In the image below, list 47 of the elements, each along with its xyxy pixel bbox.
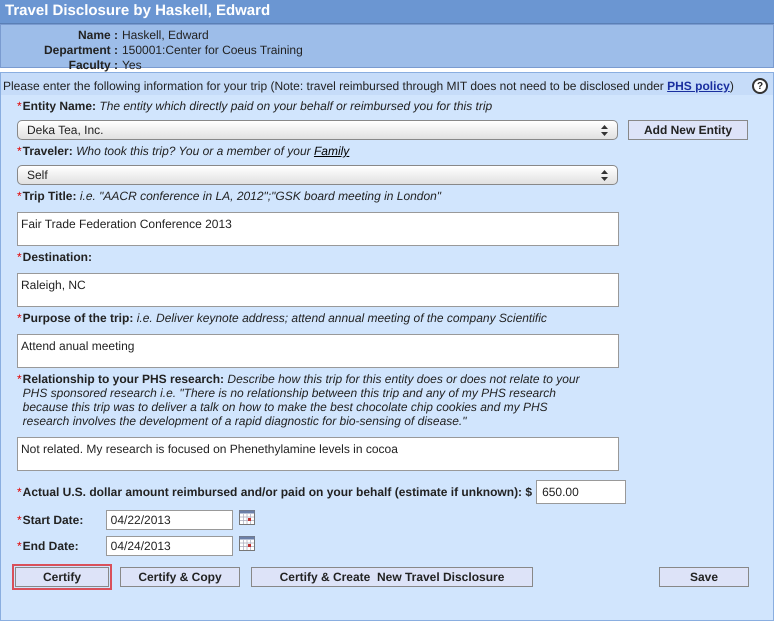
field-label: Traveler: Who took this trip? You or a member of your Family [22, 144, 351, 158]
field-label: Entity Name: The entity which directly paid on your behalf or reimbursed you for this trip [22, 99, 494, 113]
text-field[interactable]: Not related. My research is focused on Phenethylamine levels in cocoa [17, 437, 619, 471]
info-value: Yes [122, 58, 142, 73]
help-icon[interactable]: ? [752, 78, 768, 94]
required-mark: * [17, 512, 22, 529]
date-field[interactable]: 04/22/2013 [106, 510, 233, 530]
dropdown-arrows-icon [601, 170, 608, 180]
required-mark: * [17, 250, 22, 264]
required-mark: * [17, 484, 22, 501]
info-label: Faculty : [68, 58, 118, 73]
required-mark: * [17, 372, 22, 386]
dropdown-field[interactable]: Self [17, 165, 618, 185]
date-field[interactable]: 04/24/2013 [106, 536, 233, 556]
title-bar: Travel Disclosure by Haskell, Edward [0, 0, 774, 24]
info-label: Department : [42, 43, 118, 58]
required-mark: * [17, 189, 22, 203]
amount-field[interactable]: 650.00 [536, 480, 626, 504]
family-link[interactable]: Family [314, 144, 350, 158]
field-label: Trip Title: i.e. "AACR conference in LA, 2012";"GSK board meeting in London" [22, 189, 442, 203]
date-label: Start Date: [22, 512, 84, 529]
save-button[interactable]: Save [659, 567, 749, 587]
field-label: Destination: [22, 250, 94, 264]
info-value: 150001:Center for Coeus Training [122, 43, 303, 58]
certify-button[interactable]: Certify & Copy [120, 567, 240, 587]
certify-button[interactable]: Certify & Create New Travel Disclosure [251, 567, 533, 587]
required-mark: * [17, 99, 22, 113]
calendar-icon[interactable] [238, 510, 255, 524]
text-field[interactable]: Attend anual meeting [17, 334, 619, 368]
required-mark: * [17, 311, 22, 325]
required-mark: * [17, 538, 22, 555]
field-label: Relationship to your PHS research: Describe how this trip for this entity does or does not relate to your PHS sponsored research i.e. "There is no relationship between this trip and any of my PHS research because this trip was to deliver a talk on how to make the best chocolate chip cookies and my PHS research involves the development of a rapid diagnostic for bio-sensing of disease." [22, 372, 581, 428]
intro-text: Please enter the following information for your trip (Note: travel reimbursed through MIT does not need to be disclosed under PHS policy) [3, 78, 734, 95]
phs-policy-link[interactable]: PHS policy [667, 79, 730, 93]
certify-button[interactable]: Certify [15, 567, 109, 587]
date-label: End Date: [22, 538, 80, 555]
add-entity-button[interactable]: Add New Entity [628, 120, 748, 140]
info-value: Haskell, Edward [122, 28, 209, 43]
text-field[interactable]: Raleigh, NC [17, 273, 619, 307]
calendar-icon[interactable] [238, 536, 255, 550]
field-label: Purpose of the trip: i.e. Deliver keynote address; attend annual meeting of the company Scientific [22, 311, 548, 325]
required-mark: * [17, 144, 22, 158]
dropdown-arrows-icon [601, 124, 608, 136]
text-field[interactable]: Fair Trade Federation Conference 2013 [17, 212, 619, 246]
amount-label: Actual U.S. dollar amount reimbursed and/or paid on your behalf (estimate if unknown): $ [22, 484, 532, 501]
info-label: Name : [76, 28, 118, 43]
dropdown-field[interactable]: Deka Tea, Inc. [17, 120, 618, 140]
